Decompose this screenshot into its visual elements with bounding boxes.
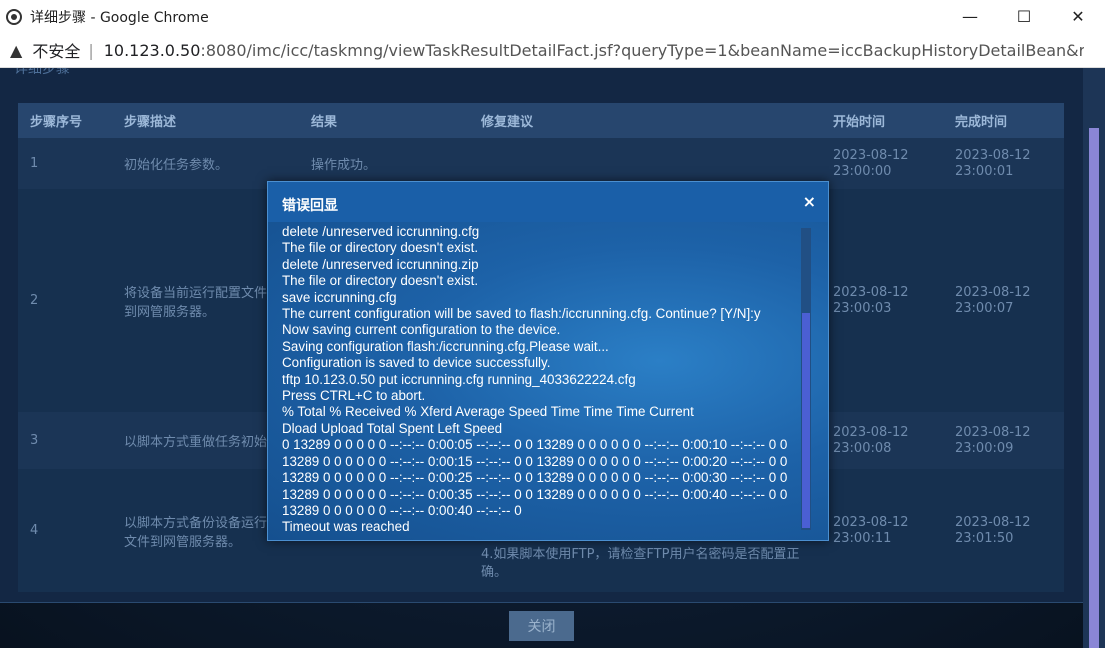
- end-date: 2023-08-12: [955, 424, 1031, 440]
- error-echo-dialog: 错误回显 × delete /unreserved iccrunning.cfg…: [267, 181, 829, 541]
- end-date: 2023-08-12: [955, 514, 1031, 530]
- start-clock: 23:00:08: [833, 440, 892, 456]
- start-clock: 23:00:00: [833, 163, 892, 179]
- log-line: delete /unreserved iccrunning.zip: [282, 256, 479, 272]
- header-start-time: 开始时间: [821, 103, 943, 138]
- dialog-scrollbar[interactable]: [801, 228, 811, 530]
- end-clock: 23:00:01: [955, 163, 1014, 179]
- step-start-time: 2023-08-12 23:00:08: [821, 412, 943, 469]
- end-clock: 23:01:50: [955, 530, 1014, 546]
- header-fix-advice: 修复建议: [469, 103, 821, 138]
- table-header-row: 步骤序号 步骤描述 结果 修复建议 开始时间 完成时间: [18, 103, 1064, 138]
- step-end-time: 2023-08-12 23:00:07: [943, 189, 1064, 412]
- log-line: The file or directory doesn't exist.: [282, 273, 479, 289]
- step-end-time: 2023-08-12 23:00:09: [943, 412, 1064, 469]
- start-clock: 23:00:11: [833, 530, 892, 546]
- log-line: Saving configuration flash:/iccrunning.c…: [282, 338, 609, 354]
- dialog-title: 错误回显: [282, 198, 338, 214]
- dialog-log-output[interactable]: delete /unreserved iccrunning.cfg The fi…: [282, 224, 798, 536]
- start-date: 2023-08-12: [833, 284, 909, 300]
- log-line: Configuration is saved to device success…: [282, 355, 551, 371]
- start-clock: 23:00:03: [833, 300, 892, 316]
- start-date: 2023-08-12: [833, 514, 909, 530]
- end-clock: 23:00:07: [955, 300, 1014, 316]
- step-number: 4: [18, 469, 112, 592]
- log-line-timeout: Timeout was reached: [282, 519, 410, 535]
- address-bar[interactable]: ▲ 不安全 | 10.123.0.50:8080/imc/icc/taskmng…: [0, 33, 1105, 68]
- warning-icon[interactable]: ▲: [10, 41, 22, 60]
- step-start-time: 2023-08-12 23:00:11: [821, 469, 943, 592]
- log-line: Dload Upload Total Spent Left Speed: [282, 420, 503, 436]
- browser-title-bar: 详细步骤 - Google Chrome — ☐ ✕: [0, 0, 1105, 33]
- step-number: 2: [18, 189, 112, 412]
- close-window-button[interactable]: ✕: [1051, 0, 1105, 33]
- step-number: 3: [18, 412, 112, 469]
- chrome-app-icon: [6, 8, 22, 25]
- log-line: Press CTRL+C to abort.: [282, 388, 426, 404]
- maximize-button[interactable]: ☐: [997, 0, 1051, 33]
- start-date: 2023-08-12: [833, 424, 909, 440]
- step-end-time: 2023-08-12 23:01:50: [943, 469, 1064, 592]
- header-step-description: 步骤描述: [112, 103, 299, 138]
- window-controls: — ☐ ✕: [943, 0, 1105, 33]
- url-path: :8080/imc/icc/taskmng/viewTaskResultDeta…: [200, 40, 1084, 60]
- close-button[interactable]: 关闭: [509, 611, 574, 641]
- step-start-time: 2023-08-12 23:00:03: [821, 189, 943, 412]
- dialog-close-icon[interactable]: ×: [803, 192, 816, 211]
- log-line: save iccrunning.cfg: [282, 289, 397, 305]
- end-clock: 23:00:09: [955, 440, 1014, 456]
- header-end-time: 完成时间: [943, 103, 1064, 138]
- log-line: Now saving current configuration to the …: [282, 322, 561, 338]
- log-line: The file or directory doesn't exist.: [282, 240, 479, 256]
- header-result: 结果: [299, 103, 469, 138]
- step-number: 1: [18, 138, 112, 189]
- insecure-label[interactable]: 不安全: [32, 38, 80, 62]
- step-start-time: 2023-08-12 23:00:00: [821, 138, 943, 189]
- address-separator: |: [88, 40, 94, 60]
- window-title: 详细步骤 - Google Chrome: [30, 9, 209, 26]
- header-step-number: 步骤序号: [18, 103, 112, 138]
- start-date: 2023-08-12: [833, 147, 909, 163]
- page-scrollbar[interactable]: [1083, 68, 1105, 648]
- log-line: % Total % Received % Xferd Average Speed…: [282, 404, 694, 420]
- end-date: 2023-08-12: [955, 147, 1031, 163]
- page-scrollbar-thumb[interactable]: [1089, 128, 1099, 648]
- dialog-scrollbar-thumb[interactable]: [802, 313, 810, 528]
- dialog-header: 错误回显 ×: [268, 182, 828, 222]
- end-date: 2023-08-12: [955, 284, 1031, 300]
- log-line: tftp 10.123.0.50 put iccrunning.cfg runn…: [282, 371, 636, 387]
- step-end-time: 2023-08-12 23:00:01: [943, 138, 1064, 189]
- url-host: 10.123.0.50: [103, 40, 201, 60]
- panel-title: 详细步骤: [14, 68, 70, 77]
- minimize-button[interactable]: —: [943, 0, 997, 33]
- url-text[interactable]: 10.123.0.50:8080/imc/icc/taskmng/viewTas…: [104, 41, 1084, 60]
- log-line: The current configuration will be saved …: [282, 306, 761, 322]
- log-line: delete /unreserved iccrunning.cfg: [282, 224, 480, 239]
- progress-log: 0 13289 0 0 0 0 0 --:--:-- 0:00:05 --:--…: [282, 437, 788, 518]
